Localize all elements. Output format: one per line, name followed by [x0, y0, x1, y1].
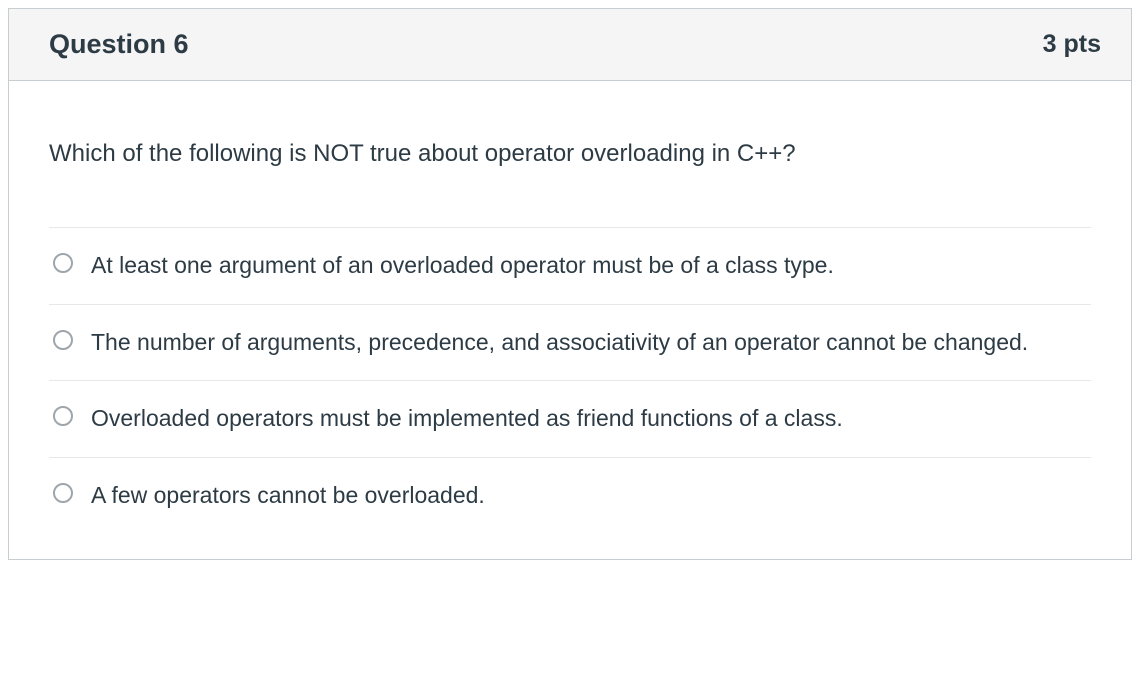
options-list: At least one argument of an overloaded o… [49, 227, 1091, 534]
question-header: Question 6 3 pts [9, 9, 1131, 81]
option-row[interactable]: The number of arguments, precedence, and… [49, 305, 1091, 382]
question-title: Question 6 [49, 29, 189, 60]
question-body: Which of the following is NOT true about… [9, 81, 1131, 559]
radio-icon[interactable] [53, 330, 73, 350]
radio-icon[interactable] [53, 483, 73, 503]
question-prompt: Which of the following is NOT true about… [49, 136, 1091, 172]
option-label: At least one argument of an overloaded o… [91, 248, 1087, 284]
radio-icon[interactable] [53, 253, 73, 273]
option-row[interactable]: At least one argument of an overloaded o… [49, 228, 1091, 305]
option-row[interactable]: Overloaded operators must be implemented… [49, 381, 1091, 458]
option-label: The number of arguments, precedence, and… [91, 325, 1087, 361]
option-row[interactable]: A few operators cannot be overloaded. [49, 458, 1091, 534]
question-points: 3 pts [1043, 30, 1101, 59]
question-card: Question 6 3 pts Which of the following … [8, 8, 1132, 560]
option-label: A few operators cannot be overloaded. [91, 478, 1087, 514]
radio-icon[interactable] [53, 406, 73, 426]
option-label: Overloaded operators must be implemented… [91, 401, 1087, 437]
